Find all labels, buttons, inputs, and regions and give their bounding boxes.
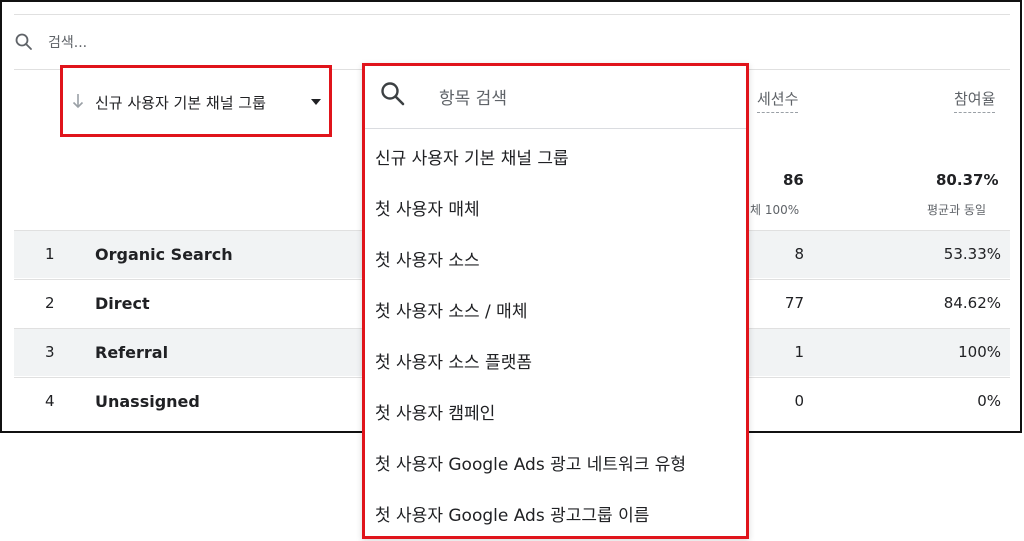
row-channel-name: Referral	[95, 343, 169, 362]
row-engagement: 100%	[958, 343, 1001, 361]
row-index: 4	[45, 392, 55, 410]
search-icon	[15, 33, 32, 50]
row-index: 3	[45, 343, 55, 361]
dropdown-search-bar[interactable]: 항목 검색	[365, 66, 746, 129]
sessions-total-sub: 체 100%	[750, 203, 800, 217]
sessions-total: 86	[783, 171, 804, 189]
dropdown-item[interactable]: 첫 사용자 매체	[375, 195, 480, 220]
dimension-selector-button[interactable]: 신규 사용자 기본 채널 그룹	[60, 65, 332, 137]
dropdown-item[interactable]: 첫 사용자 소스	[375, 246, 480, 271]
dropdown-search-input[interactable]: 항목 검색	[439, 84, 507, 109]
search-icon	[381, 82, 405, 106]
row-channel-name: Organic Search	[95, 245, 233, 264]
dropdown-item[interactable]: 첫 사용자 소스 / 매체	[375, 297, 527, 322]
row-engagement: 0%	[977, 392, 1001, 410]
dimension-dropdown-menu: 항목 검색 신규 사용자 기본 채널 그룹 첫 사용자 매체 첫 사용자 소스 …	[362, 63, 749, 539]
engagement-column-header[interactable]: 참여율	[954, 88, 996, 113]
row-index: 1	[45, 245, 55, 263]
caret-down-icon	[311, 99, 321, 105]
table-search-bar[interactable]: 검색...	[14, 14, 1010, 70]
row-engagement: 53.33%	[943, 245, 1001, 263]
arrow-down-icon	[72, 94, 84, 109]
row-channel-name: Unassigned	[95, 392, 200, 411]
dropdown-item[interactable]: 첫 사용자 Google Ads 광고 네트워크 유형	[375, 450, 686, 475]
dropdown-item[interactable]: 첫 사용자 Google Ads 광고그룹 이름	[375, 501, 649, 526]
dropdown-item[interactable]: 첫 사용자 캠페인	[375, 399, 495, 424]
dropdown-item[interactable]: 신규 사용자 기본 채널 그룹	[375, 144, 569, 169]
dimension-selector-label: 신규 사용자 기본 채널 그룹	[95, 94, 266, 112]
search-input[interactable]: 검색...	[48, 32, 87, 52]
row-engagement: 84.62%	[943, 294, 1001, 312]
engagement-total-sub: 평균과 동일	[927, 203, 987, 217]
engagement-total: 80.37%	[936, 171, 999, 189]
row-index: 2	[45, 294, 55, 312]
dropdown-item[interactable]: 첫 사용자 소스 플랫폼	[375, 348, 532, 373]
row-channel-name: Direct	[95, 294, 150, 313]
sessions-column-header[interactable]: 세션수	[757, 88, 799, 113]
